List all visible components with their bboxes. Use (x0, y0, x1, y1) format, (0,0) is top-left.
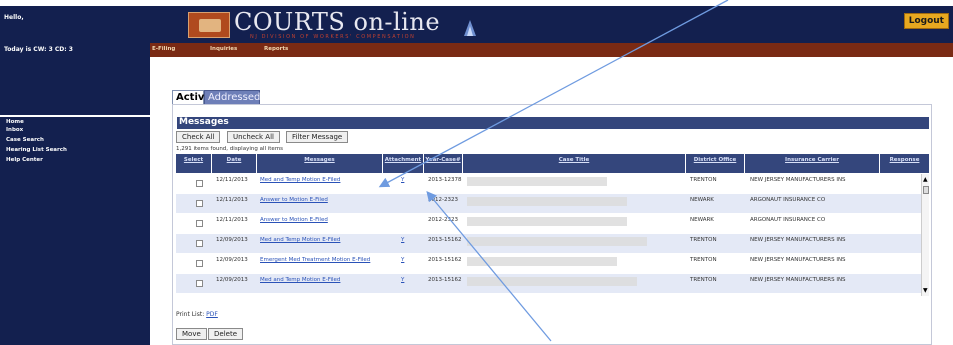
row-year-case: 2012-2323 (428, 217, 458, 223)
row-office: TRENTON (690, 237, 717, 243)
row-message-link[interactable]: Emergent Med Treatment Motion E-Filed (260, 257, 380, 263)
table-row: 12/11/2013 Answer to Motion E-Filed 2012… (176, 194, 929, 213)
row-year-case: 2013-15162 (428, 277, 462, 283)
sidebar: Home Inbox Case Search Hearing List Sear… (0, 57, 150, 345)
courts-online-logo: COURTS on-line NJ DIVISION OF WORKERS' C… (188, 8, 478, 42)
row-select-checkbox[interactable] (196, 220, 203, 227)
logo-subtitle: NJ DIVISION OF WORKERS' COMPENSATION (250, 34, 416, 40)
row-office: TRENTON (690, 177, 717, 183)
col-response: Response (880, 154, 929, 173)
row-date: 12/09/2013 (216, 237, 248, 243)
col-case-title[interactable]: Case Title (463, 154, 685, 173)
row-select-checkbox[interactable] (196, 260, 203, 267)
sidebar-item-help-center[interactable]: Help Center (0, 155, 150, 165)
redacted-case-title (467, 217, 627, 226)
col-insurance-carrier[interactable]: Insurance Carrier (745, 154, 879, 173)
row-office: NEWARK (690, 197, 714, 203)
row-year-case: 2013-15162 (428, 237, 462, 243)
items-count: 1,291 items found, displaying all items (176, 146, 284, 152)
redacted-case-title (467, 257, 617, 266)
nav-efiling[interactable]: E-Filing (152, 46, 175, 52)
app-header: Hello, COURTS on-line NJ DIVISION OF WOR… (0, 6, 953, 43)
logout-button[interactable]: Logout (903, 13, 949, 29)
row-attachment-link[interactable]: Y (401, 277, 404, 283)
row-select-checkbox[interactable] (196, 180, 203, 187)
sidebar-item-case-search[interactable]: Case Search (0, 135, 150, 145)
courthouse-logo-icon (188, 12, 230, 38)
table-row: 12/09/2013 Med and Temp Motion E-Filed Y… (176, 274, 929, 293)
scroll-thumb[interactable] (923, 186, 929, 194)
redacted-case-title (467, 197, 627, 206)
col-date[interactable]: Date (212, 154, 256, 173)
row-date: 12/11/2013 (216, 197, 248, 203)
row-select-checkbox[interactable] (196, 280, 203, 287)
logo-mark-icon (464, 20, 476, 36)
row-year-case: 2012-2323 (428, 197, 458, 203)
row-attachment-link[interactable]: Y (401, 177, 404, 183)
row-carrier: NEW JERSEY MANUFACTURERS INS (750, 277, 846, 283)
move-button[interactable]: Move (176, 328, 207, 340)
table-row: 12/11/2013 Med and Temp Motion E-Filed Y… (176, 174, 929, 193)
row-date: 12/11/2013 (216, 217, 248, 223)
logo-title: COURTS on-line (234, 8, 441, 36)
top-nav: E-Filing Inquiries Reports (150, 43, 953, 57)
print-pdf-link[interactable]: PDF (206, 311, 218, 318)
sidebar-item-hearing-list-search[interactable]: Hearing List Search (0, 145, 150, 155)
row-attachment-link[interactable]: Y (401, 257, 404, 263)
row-date: 12/09/2013 (216, 277, 248, 283)
row-date: 12/09/2013 (216, 257, 248, 263)
scroll-up-icon[interactable]: ▲ (923, 176, 928, 183)
table-row: 12/09/2013 Emergent Med Treatment Motion… (176, 254, 929, 273)
nav-reports[interactable]: Reports (264, 46, 288, 52)
row-carrier: NEW JERSEY MANUFACTURERS INS (750, 257, 846, 263)
row-message-link[interactable]: Med and Temp Motion E-Filed (260, 177, 340, 183)
delete-button[interactable]: Delete (208, 328, 243, 340)
row-carrier: NEW JERSEY MANUFACTURERS INS (750, 177, 846, 183)
table-scrollbar[interactable]: ▲ ▼ (921, 174, 929, 296)
tab-addressed[interactable]: Addressed (204, 90, 260, 105)
print-list-label: Print List: (176, 311, 205, 318)
tab-active[interactable]: Active (172, 90, 211, 105)
col-district-office[interactable]: District Office (686, 154, 744, 173)
sidebar-item-inbox[interactable]: Inbox (0, 125, 150, 135)
panel-title: Messages (177, 117, 929, 129)
row-office: TRENTON (690, 277, 717, 283)
col-attachment[interactable]: Attachment (383, 154, 423, 173)
nav-inquiries[interactable]: Inquiries (210, 46, 237, 52)
row-carrier: ARGONAUT INSURANCE CO (750, 197, 826, 203)
row-carrier: NEW JERSEY MANUFACTURERS INS (750, 237, 846, 243)
redacted-case-title (467, 277, 637, 286)
scroll-down-icon[interactable]: ▼ (923, 287, 928, 294)
row-message-link[interactable]: Answer to Motion E-Filed (260, 217, 328, 223)
row-attachment-link[interactable]: Y (401, 237, 404, 243)
row-office: NEWARK (690, 217, 714, 223)
sidebar-item-home[interactable]: Home (0, 115, 150, 125)
print-list: Print List: PDF (176, 311, 218, 318)
row-carrier: ARGONAUT INSURANCE CO (750, 217, 826, 223)
row-message-link[interactable]: Med and Temp Motion E-Filed (260, 277, 340, 283)
table-row: 12/09/2013 Med and Temp Motion E-Filed Y… (176, 234, 929, 253)
check-all-button[interactable]: Check All (176, 131, 221, 143)
col-year-case[interactable]: Year-Case# (424, 154, 462, 173)
row-select-checkbox[interactable] (196, 200, 203, 207)
row-date: 12/11/2013 (216, 177, 248, 183)
col-messages[interactable]: Messages (257, 154, 382, 173)
current-date-info: Today is CW: 3 CD: 3 (0, 43, 150, 57)
redacted-case-title (467, 177, 607, 186)
messages-panel: Messages Check All Uncheck All Filter Me… (172, 104, 932, 345)
uncheck-all-button[interactable]: Uncheck All (227, 131, 280, 143)
col-select: Select (176, 154, 211, 173)
filter-message-button[interactable]: Filter Message (286, 131, 349, 143)
row-office: TRENTON (690, 257, 717, 263)
greeting-text: Hello, (4, 14, 24, 21)
row-message-link[interactable]: Answer to Motion E-Filed (260, 197, 328, 203)
table-row: 12/11/2013 Answer to Motion E-Filed 2012… (176, 214, 929, 233)
row-year-case: 2013-15162 (428, 257, 462, 263)
row-message-link[interactable]: Med and Temp Motion E-Filed (260, 237, 340, 243)
row-year-case: 2013-12378 (428, 177, 462, 183)
redacted-case-title (467, 237, 647, 246)
row-select-checkbox[interactable] (196, 240, 203, 247)
